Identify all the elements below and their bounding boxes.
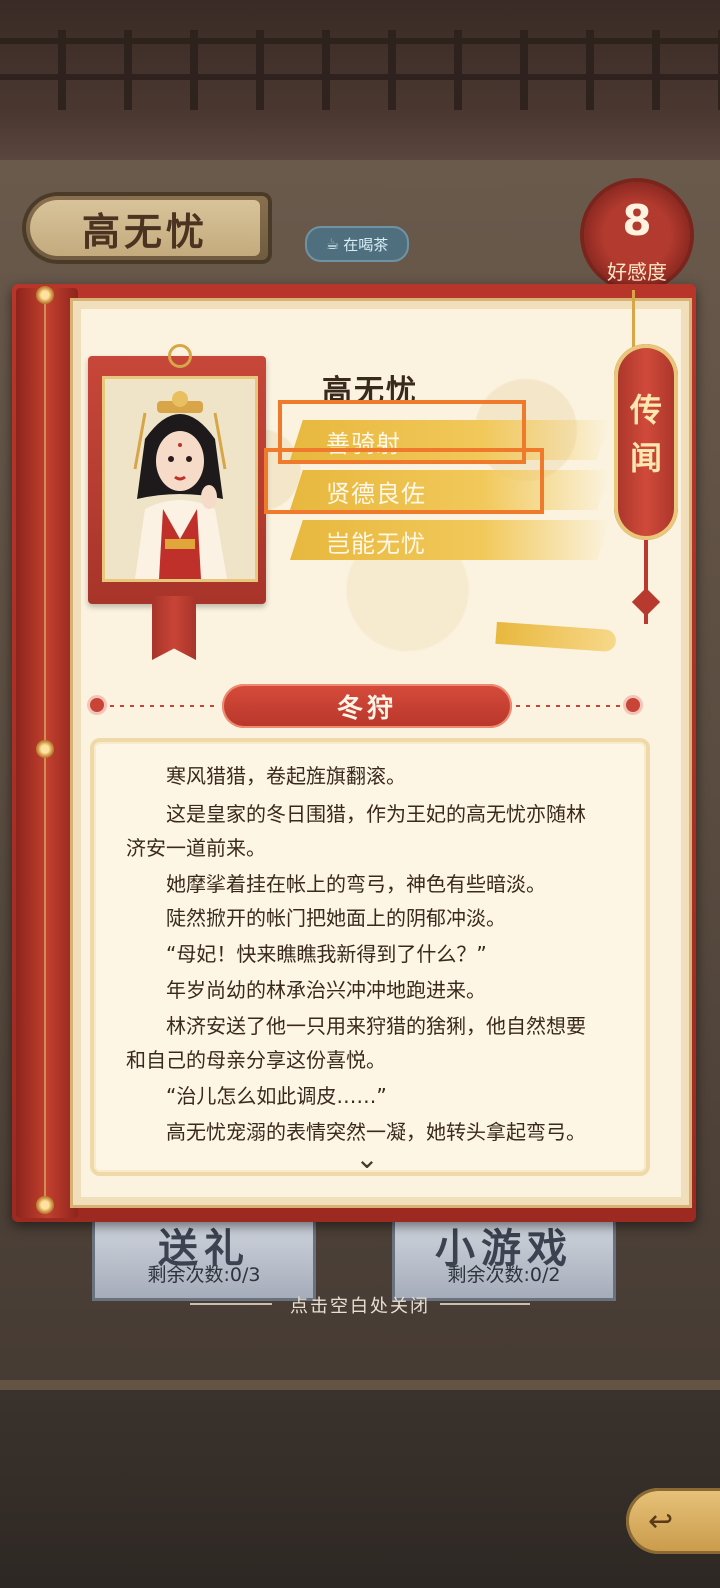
rumor-tab-text: 传闻 [629,391,662,477]
story-line: 和自己的母亲分享这份喜悦。 [126,1048,386,1072]
character-name: 高无忧 [30,200,260,256]
story-line: 济安一道前来。 [126,836,266,860]
dotted-divider [110,705,218,707]
gift-remaining: 剩余次数:0/3 [147,1264,261,1286]
story-line: 林济安送了他一只用来狩猎的猞猁，他自然想要 [126,1014,586,1038]
character-portrait [102,376,258,582]
highlight-box [264,448,544,514]
flower-ornament [626,698,640,712]
close-hint[interactable]: 点击空白处关闭 [0,1292,720,1318]
gift-button[interactable]: 送礼 剩余次数:0/3 [92,1222,316,1301]
favor-medallion: 8 好感度 [584,182,690,288]
background-roof [0,0,720,160]
spine-stud [36,286,54,304]
minigame-remaining: 剩余次数:0/2 [447,1264,561,1286]
character-name-plaque: 高无忧 [22,192,272,264]
minigame-button[interactable]: 小游戏 剩余次数:0/2 [392,1222,616,1301]
portrait-ring [168,344,192,368]
background-floor [0,1390,720,1588]
window-lattice [0,30,720,110]
rumor-cord [632,290,635,350]
status-badge: ☕ 在喝茶 [305,226,409,262]
rumor-tab[interactable]: 传闻 [614,344,678,540]
chapter-title: 冬狩 [222,684,512,728]
story-line: 陡然掀开的帐门把她面上的阴郁冲淡。 [126,906,506,930]
tea-cup-icon: ☕ [325,235,340,253]
back-arrow-icon: ↩ [648,1503,674,1539]
spine-stud [36,740,54,758]
trait-label[interactable]: 岂能无忧 [326,524,426,559]
back-button[interactable]: ↩ [626,1488,720,1554]
story-line: 这是皇家的冬日围猎，作为王妃的高无忧亦随林 [126,802,586,826]
story-line: 她摩挲着挂在帐上的弯弓，神色有些暗淡。 [126,872,546,896]
character-illustration [105,379,255,579]
story-line: “治儿怎么如此调皮……” [126,1084,387,1108]
story-line: 寒风猎猎，卷起旌旗翻滚。 [126,764,406,788]
story-line: 年岁尚幼的林承治兴冲冲地跑进来。 [126,978,486,1002]
spine-stud [36,1196,54,1214]
rumor-tab-label: 传闻 [614,386,678,482]
favor-value: 8 [622,196,652,245]
chevron-down-icon[interactable]: ⌄ [350,1144,384,1174]
dotted-divider [516,705,622,707]
favor-label: 好感度 [607,260,667,284]
status-badge-label: 在喝茶 [343,235,389,254]
flower-ornament [90,698,104,712]
story-line: “母妃！快来瞧瞧我新得到了什么？” [126,942,487,966]
